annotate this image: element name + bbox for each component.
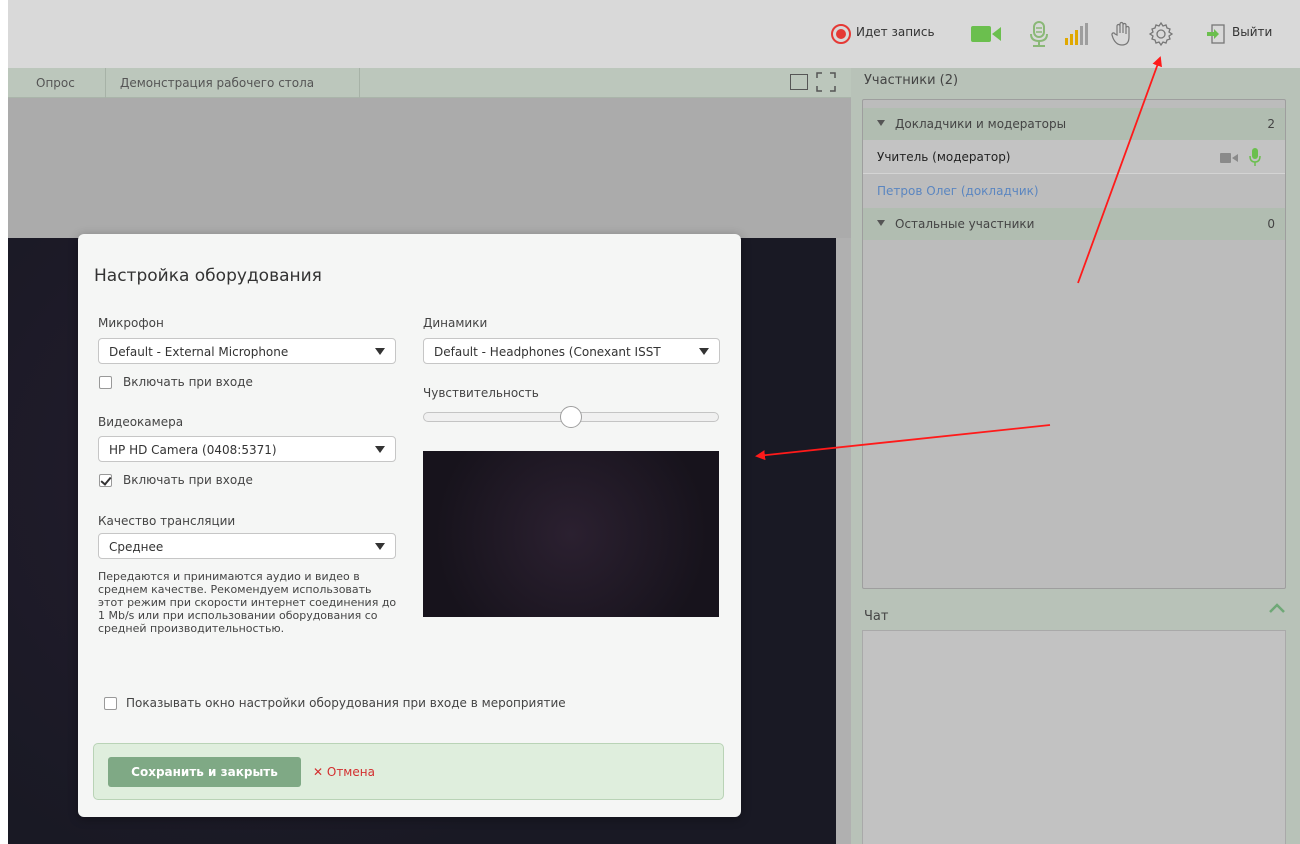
camera-icon[interactable] [970, 20, 1002, 48]
show-on-join-checkbox[interactable] [104, 697, 117, 710]
exit-label[interactable]: Выйти [1232, 25, 1272, 39]
microphone-icon [1249, 147, 1261, 167]
chevron-down-icon [375, 543, 385, 550]
group-count: 2 [1267, 117, 1275, 131]
expand-triangle-icon [877, 220, 885, 226]
close-icon: ✕ [313, 765, 327, 779]
participant-row[interactable]: Петров Олег (докладчик) [863, 174, 1285, 208]
chat-title: Чат [864, 609, 889, 624]
speakers-select[interactable]: Default - Headphones (Conexant ISST [423, 338, 720, 364]
microphone-enable-checkbox[interactable] [99, 376, 112, 389]
microphone-icon[interactable] [1028, 20, 1050, 48]
signal-icon [1064, 20, 1090, 48]
work-area [8, 98, 851, 238]
participants-list: Докладчики и модераторы 2 Учитель (модер… [862, 99, 1286, 589]
show-on-join-label: Показывать окно настройки оборудования п… [126, 696, 566, 710]
fullscreen-icon[interactable] [816, 72, 836, 92]
group-other-participants[interactable]: Остальные участники 0 [863, 208, 1285, 240]
camera-icon [1220, 152, 1238, 163]
gear-icon[interactable] [1148, 20, 1174, 48]
camera-preview [423, 451, 719, 617]
microphone-label: Микрофон [98, 316, 164, 330]
dialog-title: Настройка оборудования [94, 266, 322, 286]
microphone-select[interactable]: Default - External Microphone [98, 338, 396, 364]
camera-label: Видеокамера [98, 415, 184, 429]
top-toolbar: Идет запись Выйти [8, 0, 1300, 68]
participant-row[interactable]: Учитель (модератор) [863, 140, 1285, 174]
right-panel: Участники (2) Докладчики и модераторы 2 … [851, 68, 1300, 844]
camera-enable-label: Включать при входе [123, 473, 253, 487]
participant-name: Учитель (модератор) [877, 150, 1011, 164]
quality-value: Среднее [109, 540, 164, 554]
record-icon[interactable] [831, 24, 851, 44]
quality-select[interactable]: Среднее [98, 533, 396, 559]
tab-desktop-demo[interactable]: Демонстрация рабочего стола [106, 68, 360, 98]
group-speakers-moderators[interactable]: Докладчики и модераторы 2 [863, 108, 1285, 140]
speakers-value: Default - Headphones (Conexant ISST [434, 345, 661, 359]
chevron-down-icon [375, 446, 385, 453]
save-and-close-button[interactable]: Сохранить и закрыть [108, 757, 301, 787]
chevron-up-icon[interactable] [1267, 600, 1287, 616]
microphone-enable-label: Включать при входе [123, 375, 253, 389]
quality-description: Передаются и принимаются аудио и видео в… [98, 570, 397, 635]
group-label: Остальные участники [895, 217, 1035, 231]
camera-value: HP HD Camera (0408:5371) [109, 443, 277, 457]
hand-icon[interactable] [1110, 20, 1134, 48]
dialog-footer: Сохранить и закрыть ✕ Отмена [93, 743, 724, 800]
group-count: 0 [1267, 217, 1275, 231]
sensitivity-label: Чувствительность [423, 386, 539, 400]
panel-divider [836, 238, 851, 844]
expand-triangle-icon [877, 120, 885, 126]
chat-box [862, 630, 1286, 844]
group-label: Докладчики и модераторы [895, 117, 1067, 131]
participant-name: Петров Олег (докладчик) [877, 184, 1039, 198]
microphone-value: Default - External Microphone [109, 345, 289, 359]
equipment-settings-dialog: Настройка оборудования Микрофон Default … [78, 234, 741, 817]
tabs-bar: Опрос Демонстрация рабочего стола [8, 68, 851, 98]
camera-enable-checkbox[interactable] [99, 474, 112, 487]
quality-label: Качество трансляции [98, 514, 236, 528]
cancel-button[interactable]: ✕ Отмена [313, 765, 375, 779]
recording-label: Идет запись [856, 25, 935, 39]
sensitivity-slider-handle[interactable] [560, 406, 582, 428]
chevron-down-icon [699, 348, 709, 355]
chevron-down-icon [375, 348, 385, 355]
camera-select[interactable]: HP HD Camera (0408:5371) [98, 436, 396, 462]
participants-title: Участники (2) [864, 73, 959, 88]
speakers-label: Динамики [423, 316, 488, 330]
tab-poll[interactable]: Опрос [22, 68, 106, 98]
cancel-label: Отмена [326, 765, 375, 779]
window-icon[interactable] [790, 74, 808, 90]
exit-icon[interactable] [1206, 20, 1226, 48]
